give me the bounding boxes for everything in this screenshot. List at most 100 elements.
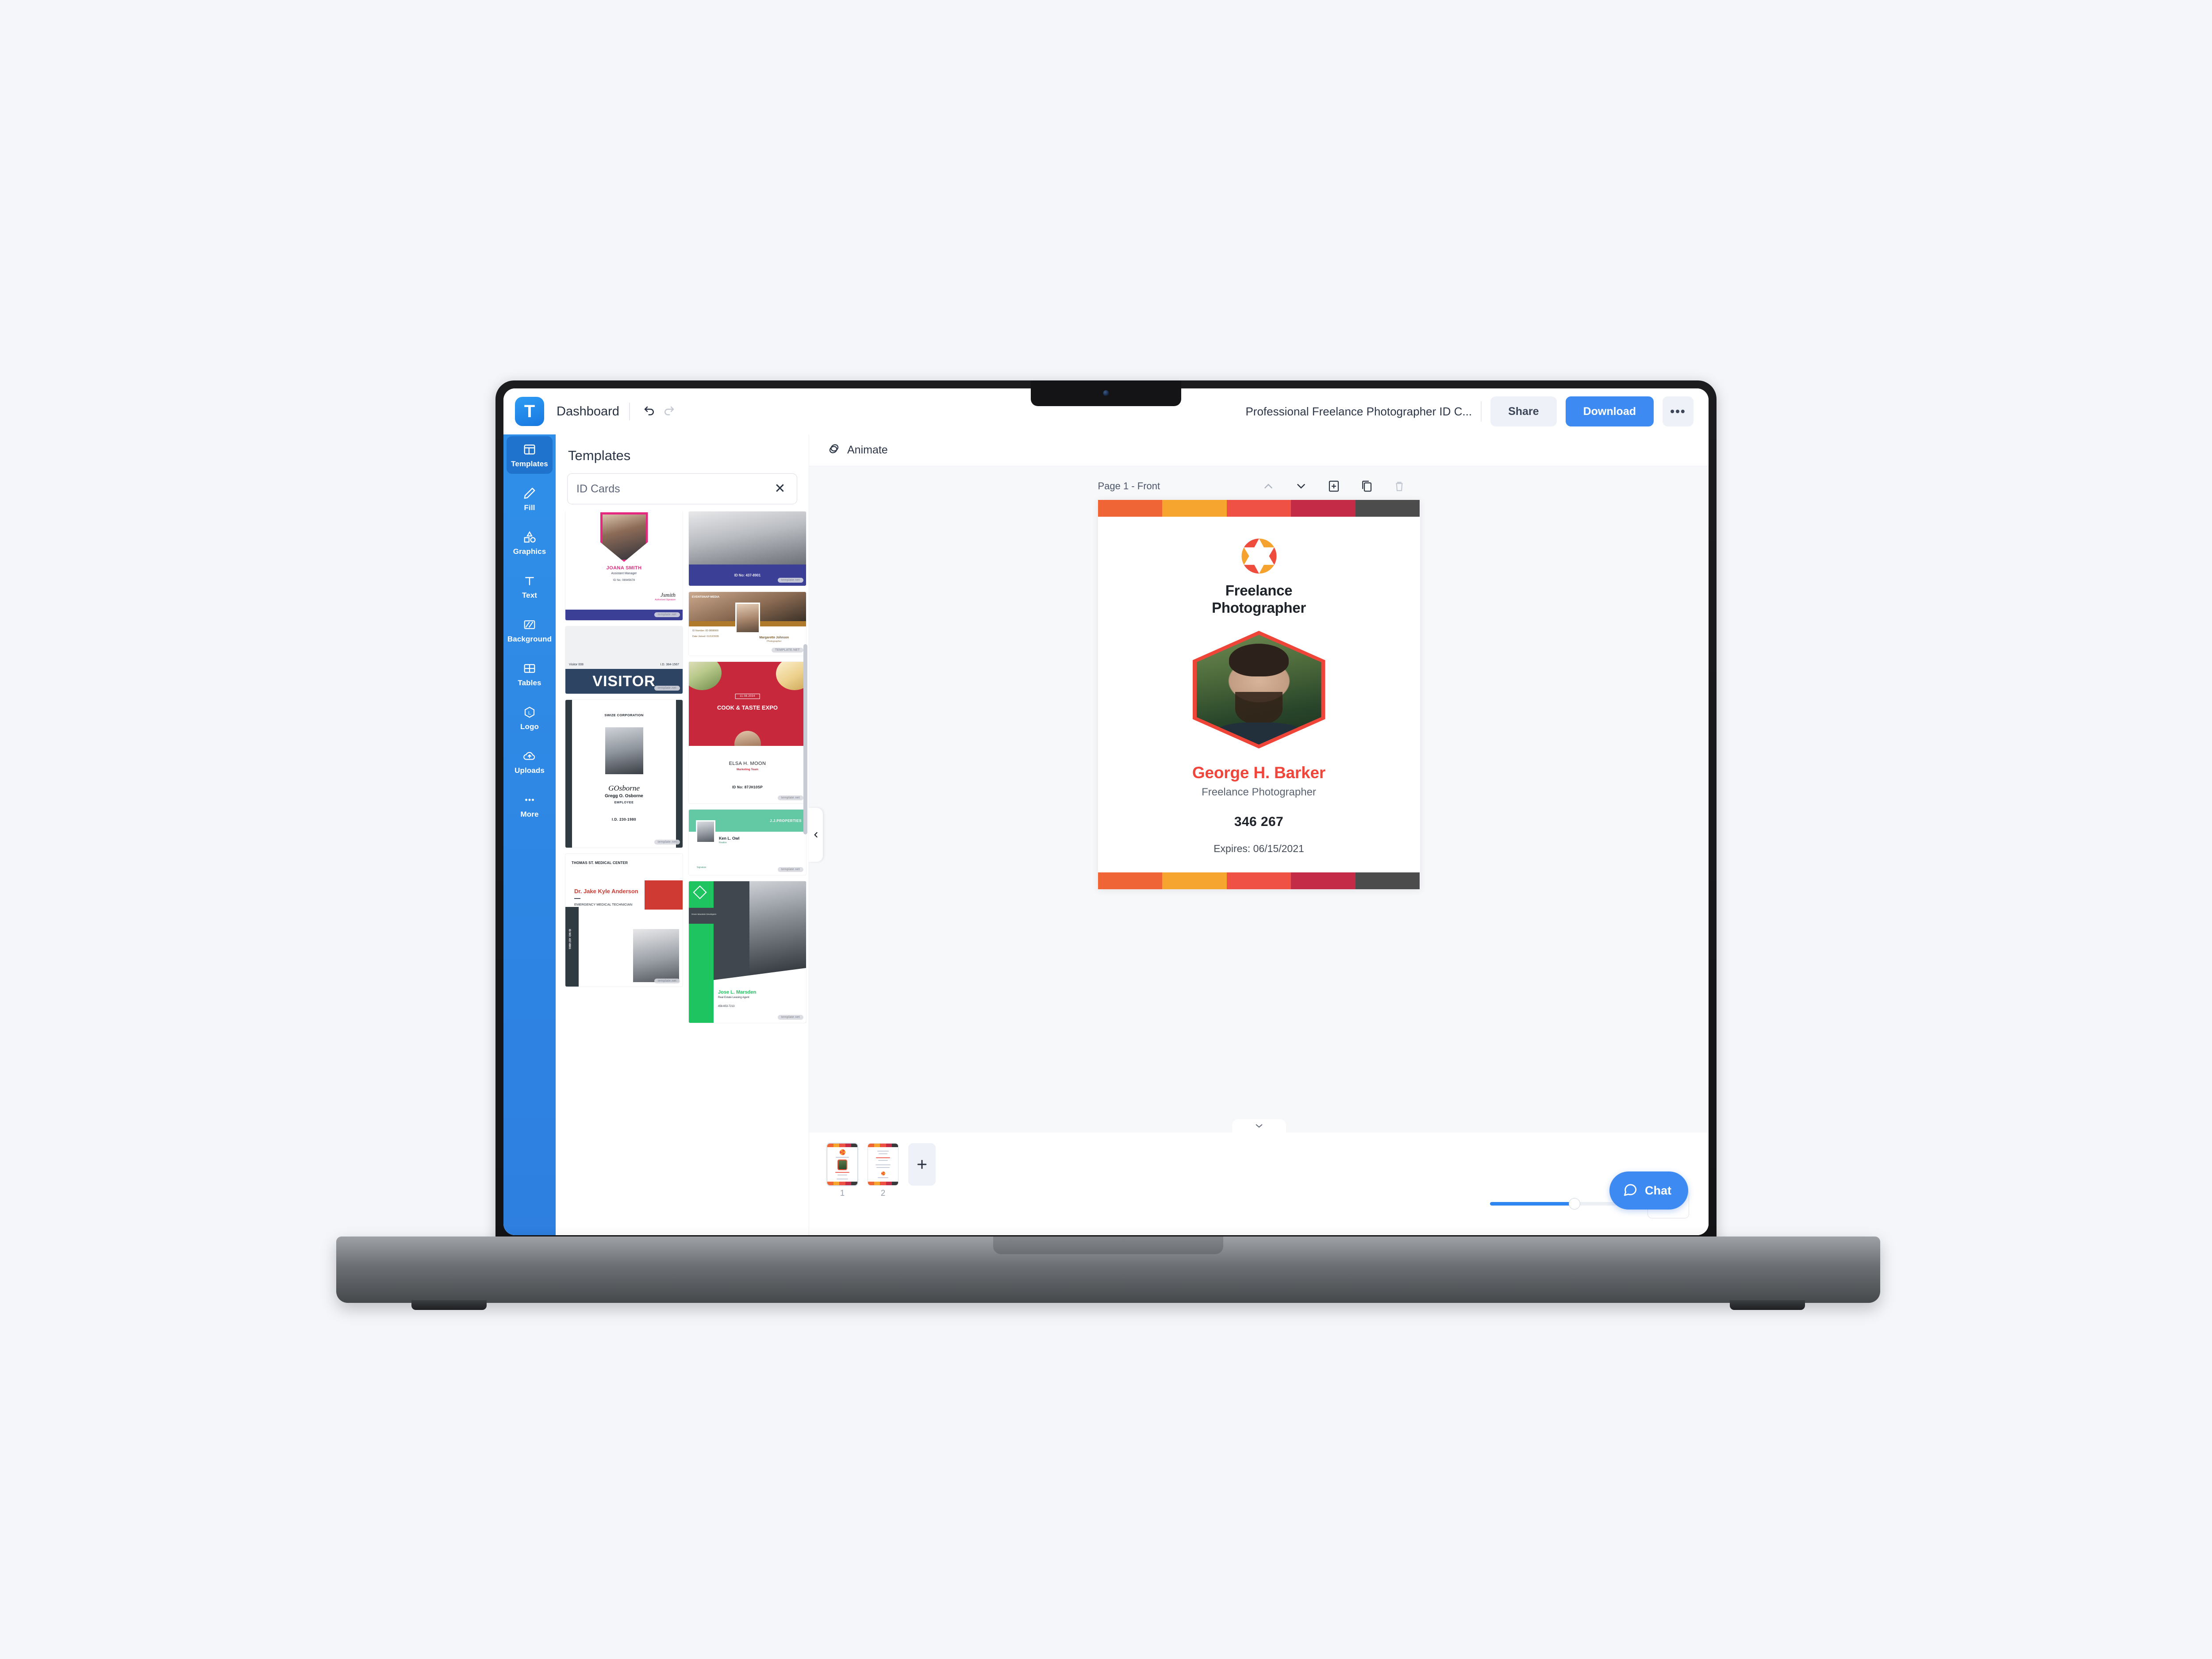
template-card[interactable]: 11.08.2034 COOK & TASTE EXPO ELSA H. MOO… — [689, 662, 806, 803]
search-field[interactable]: ✕ — [567, 473, 797, 504]
template-org: Green Mountain Developers — [691, 913, 717, 915]
dashboard-link[interactable]: Dashboard — [557, 404, 619, 419]
template-org: Visitor 008 — [569, 663, 584, 666]
card-expires: Expires: 06/15/2021 — [1214, 842, 1304, 854]
template-id: ID NO: 437-8901 — [568, 929, 571, 949]
template-role: Assistant Manager — [611, 572, 637, 575]
template-role: Real Estate Leasing Agent — [718, 996, 749, 999]
panel-scrollbar[interactable] — [803, 644, 807, 834]
sidebar-item-more[interactable]: More — [507, 787, 553, 824]
template-badge: template.net — [777, 867, 803, 872]
template-badge: template.net — [777, 578, 803, 583]
template-card[interactable]: J.J.PROPERTIES Ken L. Owl Realtor Signat… — [689, 810, 806, 875]
download-button[interactable]: Download — [1565, 396, 1654, 426]
panel-collapse-handle[interactable] — [809, 808, 823, 862]
template-name: JOANA SMITH — [606, 565, 642, 571]
sidebar-item-text[interactable]: Text — [507, 568, 553, 605]
duplicate-icon[interactable] — [1359, 479, 1374, 494]
mini-line — [876, 1157, 890, 1158]
add-page-button[interactable] — [908, 1143, 936, 1186]
photo-beard — [1235, 691, 1283, 725]
mini-photo — [837, 1160, 847, 1170]
mini-body — [827, 1147, 857, 1182]
canvas-collapse-handle[interactable] — [1232, 1119, 1286, 1133]
sidebar-item-uploads[interactable]: Uploads — [507, 743, 553, 780]
app-logo[interactable]: T — [515, 397, 544, 426]
undo-icon[interactable] — [640, 402, 659, 421]
zoom-slider-fill — [1490, 1202, 1575, 1206]
template-name: Ken L. Owl — [719, 836, 740, 841]
template-card[interactable]: Visitor 008 I.D. 384-1567 VISITOR templa… — [565, 626, 683, 694]
page-thumb-preview[interactable] — [827, 1143, 858, 1186]
page-thumbnail-2[interactable]: 2 — [868, 1143, 899, 1198]
panel-title: Templates — [568, 448, 631, 463]
template-id: ID No: 437-8901 — [734, 573, 761, 577]
app-body: Templates Fill Graphics Text Background … — [503, 434, 1709, 1235]
canvas-column: Animate Page 1 - Front Freelance Photogr… — [809, 434, 1709, 1235]
document-title[interactable]: Professional Freelance Photographer ID C… — [1245, 405, 1472, 419]
page-thumbnail-1[interactable]: 1 — [827, 1143, 858, 1198]
trash-icon[interactable] — [1392, 479, 1407, 494]
photo-shirt — [1216, 722, 1302, 745]
page-number: 2 — [880, 1189, 886, 1198]
template-card[interactable]: JOANA SMITH Assistant Manager ID No. 089… — [565, 511, 683, 620]
template-org: EVENTSNAP MEDIA — [692, 595, 720, 599]
template-card[interactable]: EVENTSNAP MEDIA ID Number: 82-9898900 Da… — [689, 592, 806, 656]
zoom-slider-knob[interactable] — [1569, 1198, 1581, 1210]
template-id: ID No: 87JH10SP — [732, 785, 763, 789]
template-card[interactable]: Green Mountain Developers Jose L. Marsde… — [689, 881, 806, 1023]
template-badge: template.net — [654, 979, 680, 983]
canvas-area[interactable]: Page 1 - Front Freelance Photographer Ge… — [809, 466, 1709, 1133]
sidebar-item-fill[interactable]: Fill — [507, 480, 553, 518]
laptop-lid: T Dashboard Professional Freelance Photo… — [495, 380, 1717, 1243]
page-thumb-preview[interactable] — [868, 1143, 899, 1186]
template-card[interactable]: SWIZE CORPORATION GOsborne Gregg O. Osbo… — [565, 700, 683, 848]
logo-icon: L — [522, 705, 538, 719]
laptop-notch — [1031, 380, 1181, 406]
mini-line — [835, 1172, 849, 1173]
sidebar-label: Templates — [511, 460, 548, 468]
share-button[interactable]: Share — [1490, 396, 1557, 426]
chat-label: Chat — [1645, 1183, 1671, 1197]
template-role: Marketing Team — [736, 768, 758, 771]
redo-icon[interactable] — [659, 402, 679, 421]
template-org: THOMAS ST. MEDICAL CENTER — [572, 861, 628, 865]
chevron-up-icon[interactable] — [1261, 479, 1276, 494]
card-org-line2: Photographer — [1212, 599, 1306, 616]
chat-bubble-icon — [1623, 1182, 1638, 1199]
template-role: EMPLOYEE — [614, 801, 634, 805]
template-id: I.D. 230-1980 — [612, 818, 636, 822]
search-input[interactable] — [576, 482, 772, 495]
card-photo-frame — [1192, 630, 1325, 749]
templates-scroll-area[interactable]: JOANA SMITH Assistant Manager ID No. 089… — [556, 511, 809, 1235]
chat-button[interactable]: Chat — [1609, 1171, 1688, 1210]
mini-stripe — [868, 1144, 898, 1147]
id-card-canvas[interactable]: Freelance Photographer George H. Barker … — [1098, 500, 1420, 889]
card-person-role: Freelance Photographer — [1202, 786, 1316, 798]
animate-label[interactable]: Animate — [847, 444, 888, 457]
template-badge: template.net — [654, 840, 680, 845]
sidebar-item-tables[interactable]: Tables — [507, 655, 553, 693]
sidebar-item-templates[interactable]: Templates — [507, 436, 553, 474]
template-title: VISITOR — [592, 672, 656, 690]
pages-strip: 1 2 — [827, 1143, 936, 1198]
template-id: 458-653-7213 — [718, 1005, 735, 1008]
close-icon[interactable]: ✕ — [772, 481, 788, 497]
template-badge: template.net — [654, 612, 680, 617]
sidebar-item-graphics[interactable]: Graphics — [507, 524, 553, 561]
add-page-icon[interactable] — [1326, 479, 1341, 494]
laptop-screen: T Dashboard Professional Freelance Photo… — [503, 388, 1709, 1235]
chevron-down-icon[interactable] — [1294, 479, 1309, 494]
sidebar-label: Graphics — [513, 547, 546, 556]
sidebar-item-logo[interactable]: L Logo — [507, 699, 553, 737]
mini-line — [876, 1167, 890, 1168]
photo-hair — [1229, 643, 1289, 677]
laptop-grip-notch — [993, 1237, 1223, 1254]
template-card[interactable]: THOMAS ST. MEDICAL CENTER ID NO: 437-890… — [565, 854, 683, 987]
template-badge: template.net — [777, 795, 803, 800]
camera-aperture-icon — [881, 1171, 885, 1175]
sidebar-item-background[interactable]: Background — [507, 611, 553, 649]
card-org-name: Freelance Photographer — [1212, 582, 1306, 617]
more-options-button[interactable]: ••• — [1663, 396, 1694, 426]
template-card[interactable]: ID No: 437-8901 template.net — [689, 511, 806, 586]
